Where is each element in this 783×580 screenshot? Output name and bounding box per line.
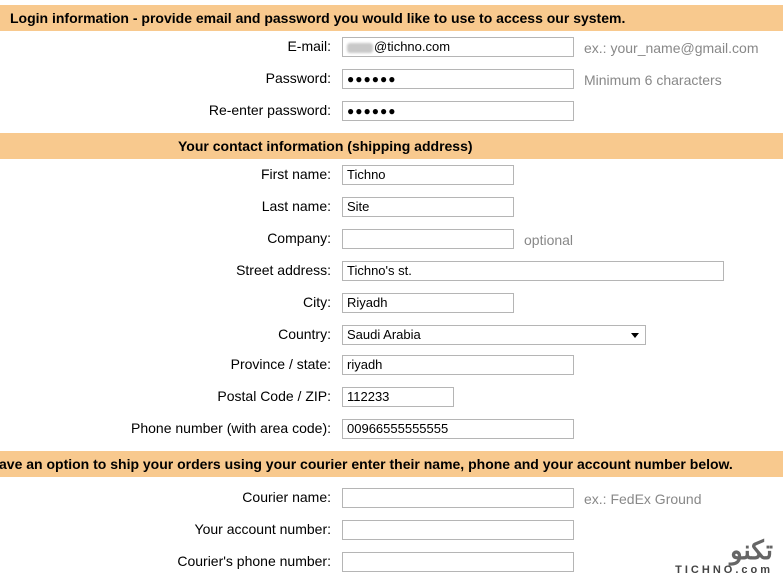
last-name-field[interactable]: Site xyxy=(342,197,514,217)
email-label: E-mail: xyxy=(287,38,331,54)
company-field[interactable] xyxy=(342,229,514,249)
reenter-password-field[interactable]: ●●●●●● xyxy=(342,101,574,121)
email-field[interactable]: @tichno.com xyxy=(342,37,574,57)
street-address-label: Street address: xyxy=(236,262,331,278)
postal-code-field[interactable]: 112233 xyxy=(342,387,454,407)
country-label: Country: xyxy=(278,326,331,342)
country-selected-value: Saudi Arabia xyxy=(347,327,421,342)
country-select[interactable]: Saudi Arabia xyxy=(342,325,646,345)
redacted-text xyxy=(347,42,373,53)
courier-name-field[interactable] xyxy=(342,488,574,508)
province-label: Province / state: xyxy=(230,356,331,372)
courier-name-hint: ex.: FedEx Ground xyxy=(584,491,702,507)
courier-name-label: Courier name: xyxy=(242,489,331,505)
last-name-label: Last name: xyxy=(261,198,331,214)
reenter-password-label: Re-enter password: xyxy=(208,102,331,118)
account-number-field[interactable] xyxy=(342,520,574,540)
courier-section-header: ave an option to ship your orders using … xyxy=(0,451,783,477)
watermark-latin: TICHNO.com xyxy=(675,564,773,576)
phone-number-field[interactable]: 00966555555555 xyxy=(342,419,574,439)
first-name-label: First name: xyxy=(260,166,331,182)
postal-code-label: Postal Code / ZIP: xyxy=(217,388,331,404)
password-label: Password: xyxy=(265,70,331,86)
company-label: Company: xyxy=(267,230,331,246)
watermark-arabic: تكنو xyxy=(730,535,773,565)
watermark-logo: تكنو TICHNO.com xyxy=(675,536,773,576)
street-address-field[interactable]: Tichno's st. xyxy=(342,261,724,281)
password-field[interactable]: ●●●●●● xyxy=(342,69,574,89)
password-hint: Minimum 6 characters xyxy=(584,72,722,88)
first-name-field[interactable]: Tichno xyxy=(342,165,514,185)
city-field[interactable]: Riyadh xyxy=(342,293,514,313)
phone-number-label: Phone number (with area code): xyxy=(131,420,331,436)
courier-phone-field[interactable] xyxy=(342,552,574,572)
chevron-down-icon[interactable] xyxy=(631,333,639,338)
company-hint: optional xyxy=(524,232,574,248)
email-hint: ex.: your_name@gmail.com xyxy=(584,40,759,56)
contact-section-header: Your contact information (shipping addre… xyxy=(0,133,783,159)
login-section-header: Login information - provide email and pa… xyxy=(0,5,783,31)
courier-phone-label: Courier's phone number: xyxy=(177,553,331,569)
province-field[interactable]: riyadh xyxy=(342,355,574,375)
city-label: City: xyxy=(303,294,331,310)
account-number-label: Your account number: xyxy=(194,521,331,537)
email-value: @tichno.com xyxy=(374,39,451,54)
